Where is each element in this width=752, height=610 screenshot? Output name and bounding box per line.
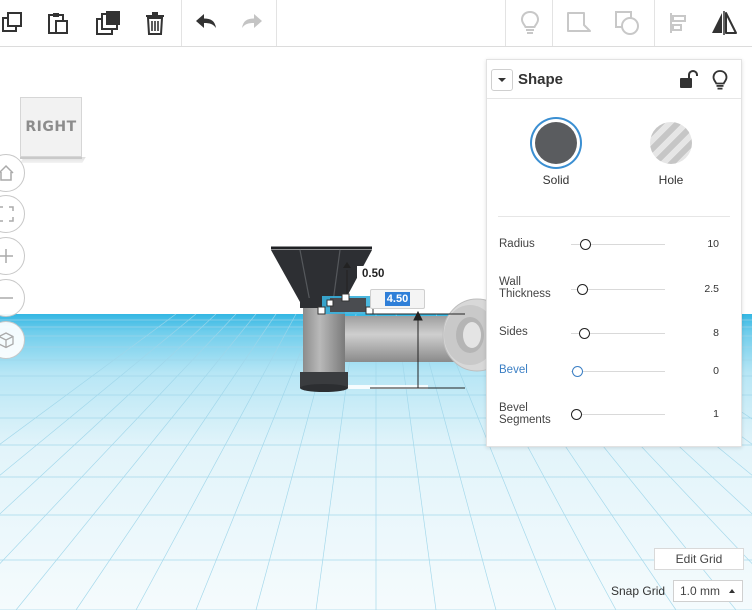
panel-title: Shape [518,71,564,88]
plus-icon [0,249,13,263]
bevel-slider-track[interactable] [571,371,665,372]
duplicate-button[interactable] [86,0,130,46]
toolbar-divider [552,0,553,46]
trash-icon [146,12,164,35]
wall-thickness-label: Wall Thickness [499,276,551,300]
solid-mode-button[interactable]: Solid [516,118,596,187]
height-dimension-input[interactable]: 4.50 [370,289,425,309]
gap-dimension-label[interactable]: 0.50 [357,266,390,282]
lightbulb-icon [712,70,728,90]
cube-icon [0,332,14,349]
fit-frame-icon [0,206,14,222]
toolbar [0,0,752,47]
hole-mode-button[interactable]: Hole [631,118,711,187]
undo-button[interactable] [184,0,228,46]
paste-icon [48,13,68,34]
redo-arrow-icon [242,14,262,28]
mirror-icon [712,11,737,35]
workplane-shape-button[interactable] [605,0,649,46]
align-button[interactable] [656,0,700,46]
vertical-cylinder[interactable] [300,303,348,392]
notes-button[interactable] [508,0,552,46]
undo-arrow-icon [196,14,216,28]
toolbar-divider [654,0,655,46]
collapse-panel-button[interactable] [491,69,513,91]
hole-swatch[interactable] [650,122,692,164]
copy-icon [2,12,22,32]
solid-label: Solid [542,173,570,187]
align-icon [670,13,686,33]
height-dimension-value[interactable]: 4.50 [384,292,411,306]
redo-button[interactable] [230,0,274,46]
wall-thickness-slider-knob[interactable] [577,284,588,295]
sides-value[interactable]: 8 [679,327,719,339]
toolbar-divider [181,0,182,46]
shape-panel-header: Shape [487,60,741,99]
minus-icon [0,297,13,299]
panel-divider [498,216,730,217]
wall-thickness-value[interactable]: 2.5 [679,283,719,295]
lightbulb-icon [520,10,540,34]
snap-grid-value: 1.0 mm [680,584,721,598]
lock-button[interactable] [677,69,699,91]
chevron-down-icon [498,78,506,82]
solid-swatch[interactable] [535,122,577,164]
copy-button[interactable] [0,0,34,46]
view-cube[interactable]: RIGHT [20,97,86,163]
toolbar-divider [276,0,277,46]
edit-grid-button[interactable]: Edit Grid [654,548,744,570]
mirror-button[interactable] [702,0,746,46]
paste-button[interactable] [36,0,80,46]
snap-grid-select[interactable]: 1.0 mm [673,580,743,602]
show-all-button[interactable] [556,0,600,46]
caret-up-icon [729,589,735,593]
toolbar-divider [505,0,506,46]
bevel-segments-slider-knob[interactable] [571,409,582,420]
bevel-segments-slider-track[interactable] [571,414,665,415]
bevel-value[interactable]: 0 [679,365,719,377]
duplicate-icon [96,11,120,35]
home-icon [0,164,14,181]
view-cube-bottom [20,157,86,163]
speech-shape-icon [567,12,591,32]
delete-button[interactable] [133,0,177,46]
bevel-segments-label: Bevel Segments [499,402,551,426]
radius-slider-knob[interactable] [580,239,591,250]
view-cube-face[interactable]: RIGHT [20,97,82,157]
bevel-segments-value[interactable]: 1 [679,408,719,420]
unlock-icon [680,69,698,88]
snap-grid-label: Snap Grid [611,584,666,598]
sides-label: Sides [499,326,528,338]
bevel-label: Bevel [499,364,528,376]
shape-panel: Shape Solid Hole Radius 10 Wall Thicknes… [486,59,742,447]
sides-slider-knob[interactable] [579,328,590,339]
radius-value[interactable]: 10 [679,238,719,250]
hole-label: Hole [658,173,684,187]
light-bulb-button[interactable] [709,69,731,91]
bevel-slider-knob[interactable] [572,366,583,377]
radius-label: Radius [499,238,535,250]
horizontal-tube[interactable] [328,316,461,362]
square-circle-icon [615,11,639,35]
